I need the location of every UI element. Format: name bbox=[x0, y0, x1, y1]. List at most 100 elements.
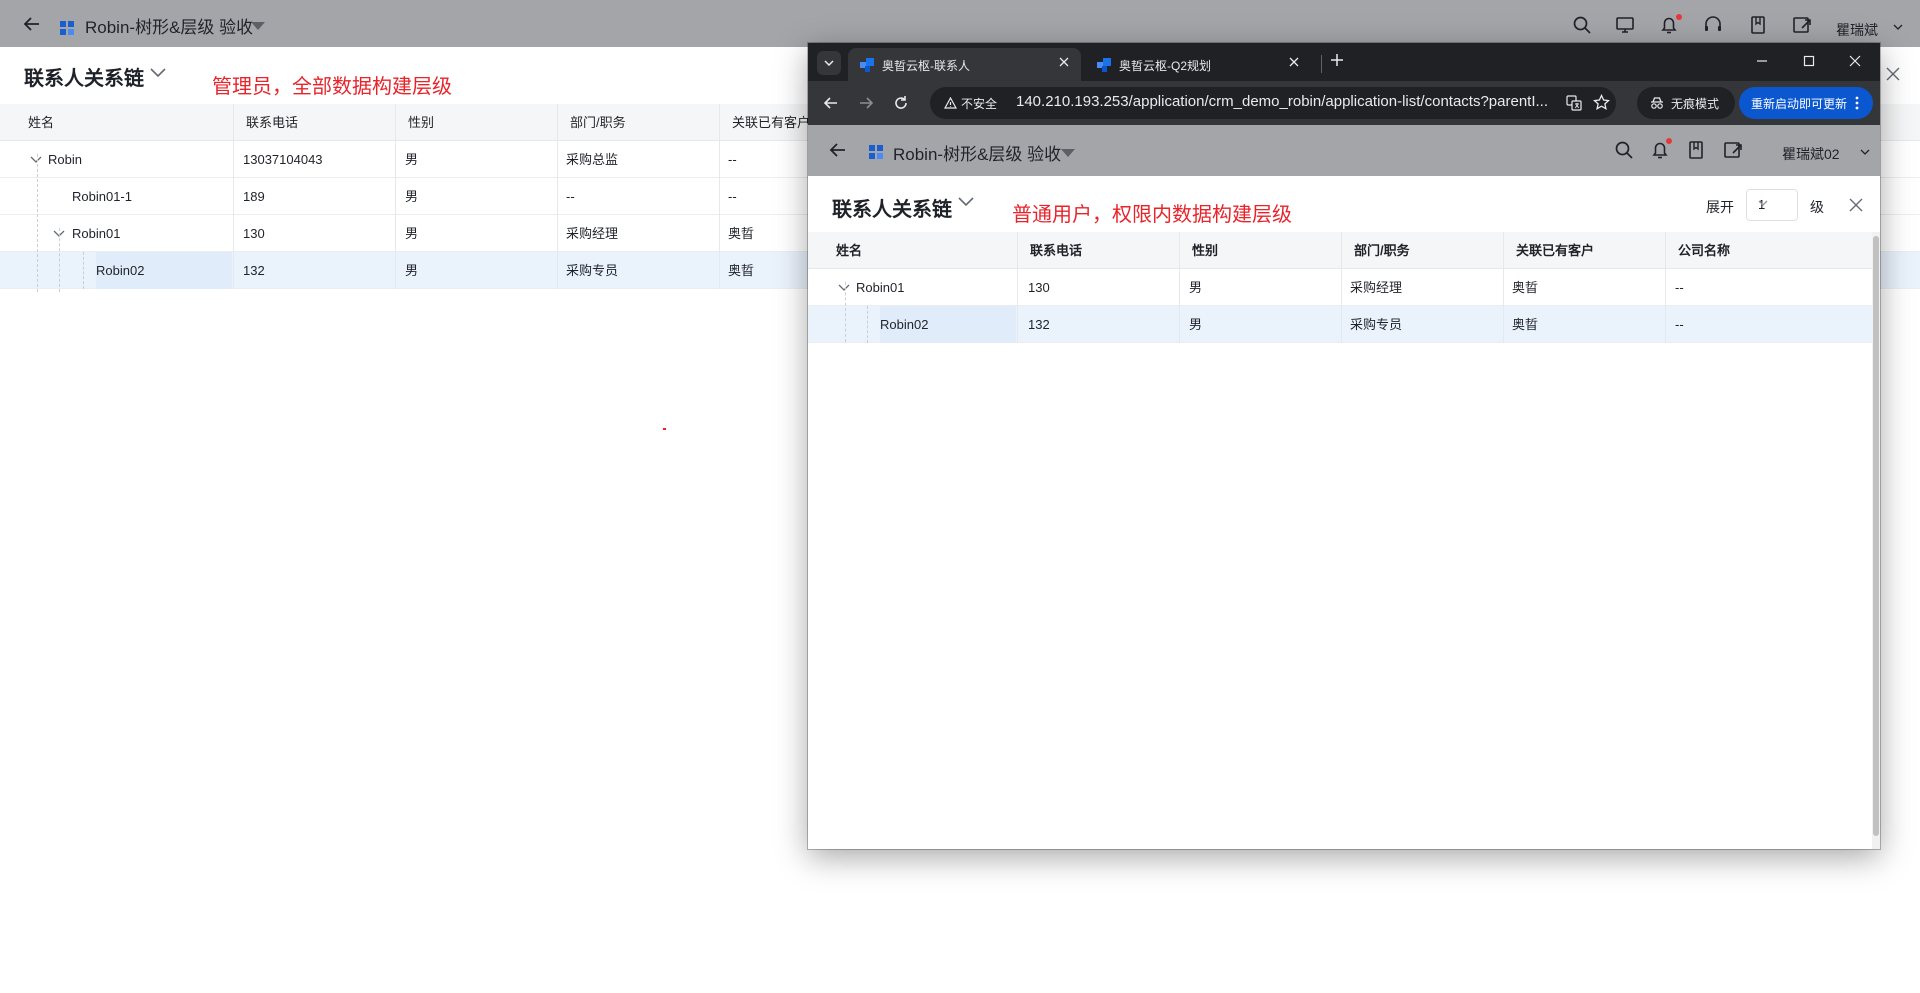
contact-phone: 132 bbox=[243, 263, 265, 278]
tab-title: 奥晢云枢-Q2规划 bbox=[1119, 59, 1212, 73]
column-header[interactable]: 姓名 bbox=[836, 232, 862, 269]
bookmark-icon[interactable] bbox=[1686, 140, 1706, 160]
scrollbar-thumb[interactable] bbox=[1873, 236, 1879, 836]
column-header[interactable]: 公司名称 bbox=[1678, 232, 1730, 269]
omnibox[interactable]: 不安全 140.210.193.253/application/crm_demo… bbox=[930, 87, 1616, 119]
expand-level-select[interactable]: 1 bbox=[1746, 189, 1798, 221]
column-header[interactable]: 姓名 bbox=[28, 104, 54, 141]
contact-customer: -- bbox=[728, 152, 737, 167]
app-title[interactable]: Robin-树形&层级 验收 bbox=[85, 13, 253, 38]
contact-gender: 男 bbox=[405, 152, 419, 167]
export-icon[interactable] bbox=[1792, 15, 1814, 37]
column-header[interactable]: 性别 bbox=[1192, 232, 1218, 269]
level-suffix: 级 bbox=[1810, 199, 1824, 215]
contact-phone: 13037104043 bbox=[243, 152, 323, 167]
table-row-selected[interactable]: Robin02 132 男 采购专员 奥晢 -- bbox=[808, 306, 1872, 343]
contact-phone: 130 bbox=[243, 226, 265, 241]
user-name[interactable]: 瞿瑞斌 bbox=[1836, 20, 1878, 40]
user-menu-chevron-icon[interactable] bbox=[1893, 24, 1903, 30]
annotation-text: 普通用户，权限内数据构建层级 bbox=[1012, 204, 1292, 226]
tab-close-icon[interactable] bbox=[1059, 57, 1069, 67]
browser-forward-icon[interactable] bbox=[857, 94, 875, 112]
background-topbar: Robin-树形&层级 验收 瞿瑞斌 bbox=[0, 0, 1920, 47]
translate-icon[interactable] bbox=[1566, 95, 1582, 111]
page-title-chevron-icon[interactable] bbox=[150, 68, 166, 78]
contact-company: -- bbox=[1675, 317, 1684, 332]
column-header[interactable]: 部门/职务 bbox=[570, 104, 626, 141]
tab-q2-plan[interactable]: 奥晢云枢-Q2规划 bbox=[1085, 48, 1311, 81]
expand-label: 展开 bbox=[1706, 199, 1734, 215]
headset-support-icon[interactable] bbox=[1703, 15, 1725, 37]
app-switch-caret-icon[interactable] bbox=[1061, 149, 1075, 157]
url-text[interactable]: 140.210.193.253/application/crm_demo_rob… bbox=[1016, 93, 1556, 110]
new-tab-plus-icon[interactable] bbox=[1329, 52, 1345, 68]
column-header[interactable]: 联系电话 bbox=[1030, 232, 1082, 269]
app-switch-caret-icon[interactable] bbox=[251, 22, 265, 30]
collapse-chevron-icon[interactable] bbox=[837, 281, 851, 295]
apps-grid-icon bbox=[869, 145, 883, 159]
close-icon[interactable] bbox=[1849, 198, 1863, 212]
monitor-icon[interactable] bbox=[1615, 15, 1637, 37]
back-arrow-icon[interactable] bbox=[20, 12, 44, 36]
page-title: 联系人关系链 bbox=[832, 199, 952, 221]
app-title[interactable]: Robin-树形&层级 验收 bbox=[893, 140, 1061, 165]
contact-dept: 采购专员 bbox=[1350, 317, 1403, 332]
column-header[interactable]: 联系电话 bbox=[246, 104, 298, 141]
apps-grid-icon bbox=[60, 21, 74, 35]
reload-icon[interactable] bbox=[892, 94, 910, 112]
contact-dept: 采购总监 bbox=[566, 152, 619, 167]
window-close-icon[interactable] bbox=[1847, 53, 1863, 69]
address-bar: 不安全 140.210.193.253/application/crm_demo… bbox=[808, 81, 1880, 125]
contact-name[interactable]: Robin02 bbox=[96, 252, 232, 289]
tree-guide-line bbox=[59, 228, 60, 292]
close-icon[interactable] bbox=[1886, 67, 1900, 81]
contact-gender: 男 bbox=[405, 263, 419, 278]
contact-gender: 男 bbox=[1189, 317, 1203, 332]
search-icon[interactable] bbox=[1614, 140, 1634, 160]
user-name[interactable]: 瞿瑞斌02 bbox=[1782, 144, 1840, 164]
contact-dept: 采购专员 bbox=[566, 263, 619, 278]
table-row[interactable]: Robin01 130 男 采购经理 奥晢 -- bbox=[808, 269, 1872, 306]
vertical-scrollbar[interactable] bbox=[1872, 232, 1880, 849]
tab-close-icon[interactable] bbox=[1289, 57, 1299, 67]
column-header[interactable]: 部门/职务 bbox=[1354, 232, 1410, 269]
annotation-text: 管理员，全部数据构建层级 bbox=[212, 76, 452, 98]
cursor-dot bbox=[663, 428, 666, 430]
collapse-chevron-icon[interactable] bbox=[29, 153, 43, 167]
column-header[interactable]: 性别 bbox=[408, 104, 434, 141]
page-title: 联系人关系链 bbox=[24, 68, 144, 90]
bookmark-star-icon[interactable] bbox=[1593, 94, 1610, 111]
contact-name[interactable]: Robin01 bbox=[856, 269, 904, 306]
maximize-icon[interactable] bbox=[1801, 53, 1817, 69]
contact-dept: -- bbox=[566, 189, 575, 204]
contact-customer: -- bbox=[728, 189, 737, 204]
bookmark-icon[interactable] bbox=[1748, 15, 1770, 37]
tab-search-chevron-icon[interactable] bbox=[817, 51, 841, 75]
contact-name[interactable]: Robin01 bbox=[72, 215, 120, 252]
minimize-icon[interactable] bbox=[1754, 53, 1770, 69]
relaunch-update-button[interactable]: 重新启动即可更新 bbox=[1739, 87, 1873, 119]
browser-menu-kebab-icon[interactable] bbox=[1855, 96, 1859, 110]
contact-phone: 132 bbox=[1028, 317, 1050, 332]
contact-gender: 男 bbox=[405, 189, 419, 204]
browser-back-icon[interactable] bbox=[822, 94, 840, 112]
not-secure-chip[interactable]: 不安全 bbox=[938, 92, 1005, 114]
column-header[interactable]: 关联已有客户 bbox=[732, 104, 810, 141]
user-menu-chevron-icon[interactable] bbox=[1860, 149, 1870, 155]
contact-name[interactable]: Robin01-1 bbox=[72, 178, 132, 215]
column-header[interactable]: 关联已有客户 bbox=[1516, 232, 1594, 269]
contact-name[interactable]: Robin bbox=[48, 141, 82, 178]
tree-guide-line bbox=[845, 282, 846, 342]
tab-contacts[interactable]: 奥晢云枢-联系人 bbox=[848, 48, 1081, 81]
contact-name[interactable]: Robin02 bbox=[880, 306, 1016, 343]
incognito-chip[interactable]: 无痕模式 bbox=[1637, 87, 1735, 119]
export-icon[interactable] bbox=[1723, 140, 1743, 160]
tree-guide-line bbox=[867, 306, 868, 343]
contact-dept: 采购经理 bbox=[566, 226, 619, 241]
incognito-label: 无痕模式 bbox=[1671, 96, 1720, 111]
tree-guide-line bbox=[37, 154, 38, 292]
back-arrow-icon[interactable] bbox=[828, 140, 848, 160]
app-favicon-icon bbox=[1097, 58, 1111, 72]
page-title-chevron-icon[interactable] bbox=[958, 197, 974, 207]
search-icon[interactable] bbox=[1572, 15, 1594, 37]
